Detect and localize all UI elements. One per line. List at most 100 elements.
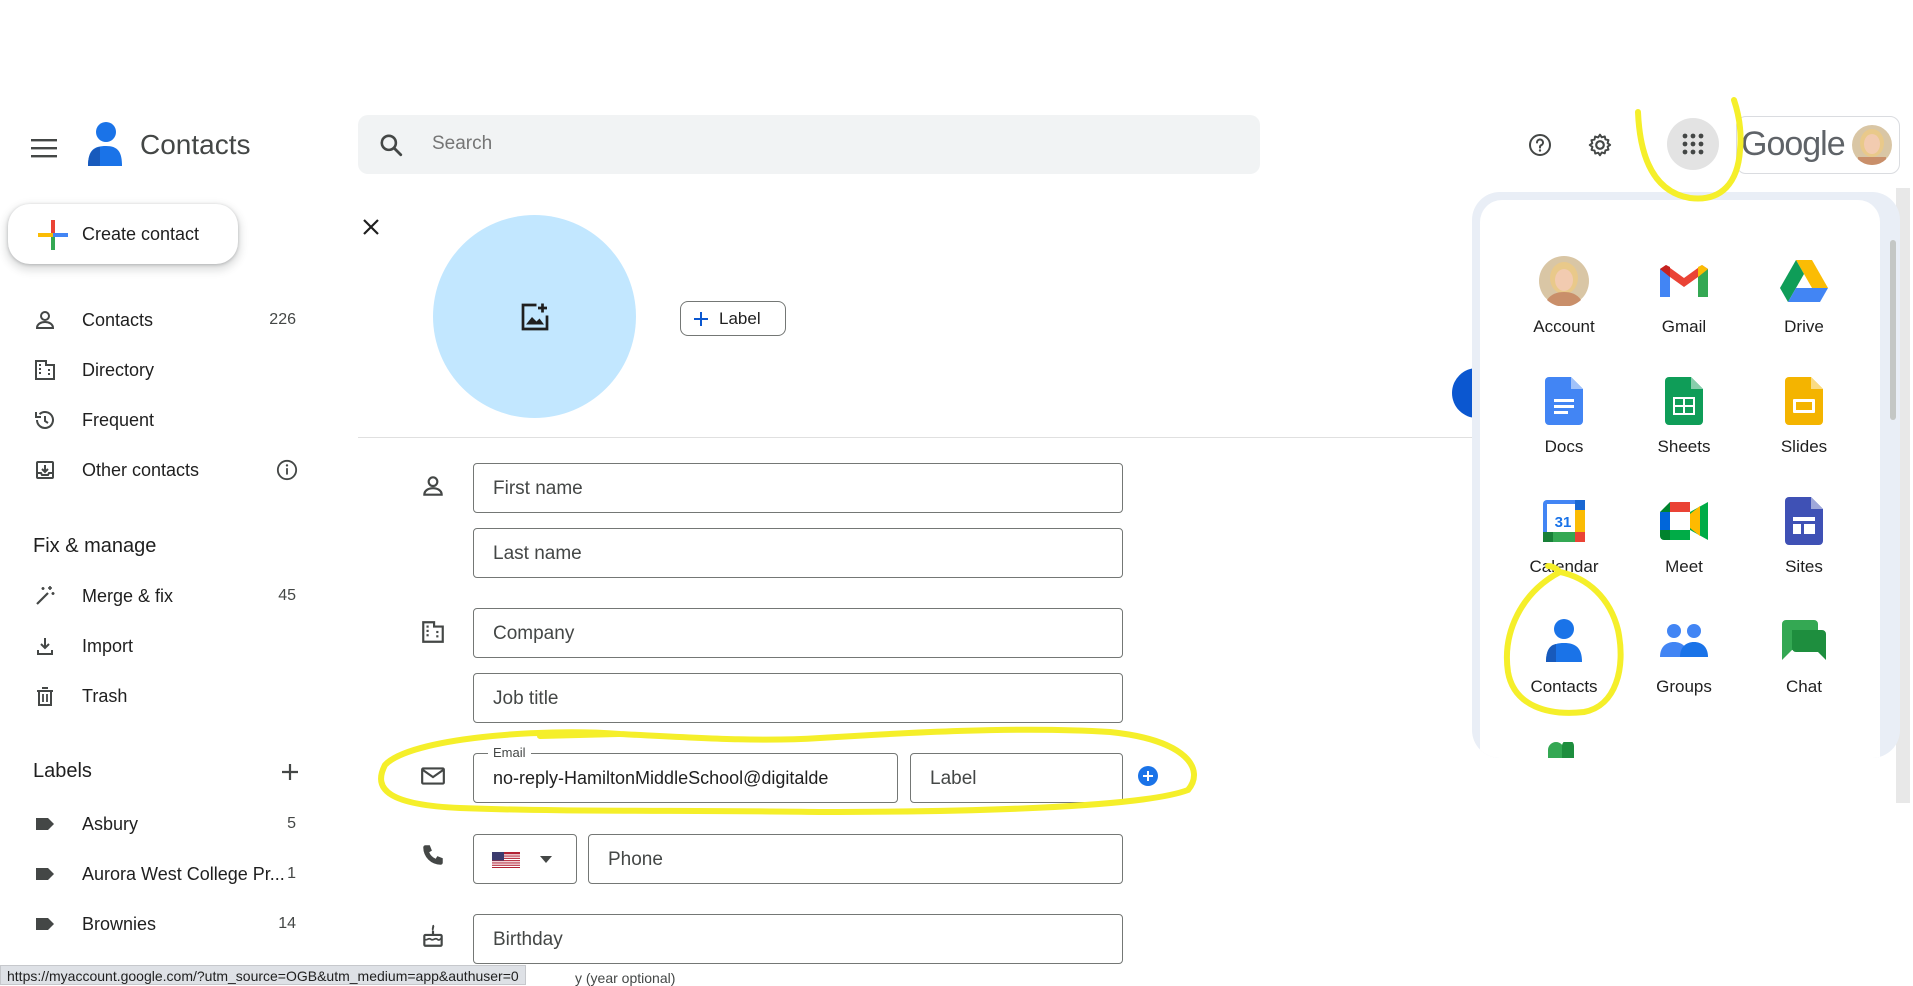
label-button[interactable]: Label [680,301,786,336]
app-tile-docs[interactable]: Docs [1504,365,1624,477]
first-name-field[interactable]: First name [473,463,1123,513]
app-tile-gmail[interactable]: Gmail [1624,245,1744,357]
contacts-icon [1538,615,1590,667]
sidebar-item-import[interactable]: Import [0,624,310,668]
sidebar-item-trash[interactable]: Trash [0,674,310,718]
email-value: no-reply-HamiltonMiddleSchool@digitalde [493,768,829,788]
help-button[interactable] [1516,121,1564,169]
add-photo-icon [521,303,548,330]
birthday-placeholder: Birthday [493,929,563,950]
label-icon [36,918,54,930]
building-icon [35,360,55,380]
app-title[interactable]: Contacts [140,129,251,161]
sidebar-item-label: Other contacts [82,460,200,480]
chevron-down-icon [540,856,552,863]
google-wordmark: Google [1741,125,1846,163]
sidebar-item-label: Contacts [82,310,154,330]
download-box-icon [36,461,54,479]
sidebar-item-directory[interactable]: Directory [0,348,310,392]
calendar-icon: 31 [1538,495,1590,547]
sidebar-item-other-contacts[interactable]: Other contacts [0,448,310,492]
last-name-placeholder: Last name [493,543,582,564]
create-contact-label: Create contact [82,224,200,244]
sidebar-item-label: Directory [82,360,155,380]
chat-icon [1778,615,1830,667]
info-icon[interactable] [276,459,298,481]
plus-color-icon [38,220,68,250]
create-contact-button[interactable]: Create contact [8,204,238,264]
add-photo-button[interactable] [433,215,636,418]
sidebar-label-brownies[interactable]: Brownies 14 [0,902,310,946]
settings-button[interactable] [1576,121,1624,169]
groups-icon [1658,615,1710,667]
sidebar-item-count: 45 [278,587,296,604]
plus-icon [282,764,298,780]
import-icon [37,638,53,655]
app-name: Meet [1665,557,1703,576]
app-tile-drive[interactable]: Drive [1744,245,1864,357]
slides-icon [1778,375,1830,427]
app-tile-account[interactable]: Account [1504,245,1624,357]
search-icon[interactable] [378,132,404,158]
labels-heading: Labels [33,760,92,782]
contacts-logo-icon[interactable] [84,120,124,168]
app-tile-chat[interactable]: Chat [1744,605,1864,717]
sidebar-label-asbury[interactable]: Asbury 5 [0,802,310,846]
account-avatar-icon [1538,255,1590,307]
avatar[interactable] [1852,125,1892,165]
app-tile-contacts[interactable]: Contacts [1504,605,1624,717]
gmail-icon [1658,255,1710,307]
app-name: Sheets [1657,437,1711,456]
history-icon [35,411,54,429]
email-field-label: Email [488,745,531,760]
sidebar-item-count: 1 [287,865,296,882]
help-icon [1529,134,1551,156]
meet-icon [1658,495,1710,547]
close-button[interactable] [362,218,380,236]
sheets-icon [1658,375,1710,427]
company-field[interactable]: Company [473,608,1123,658]
app-name: Gmail [1661,317,1707,336]
sidebar-item-count: 226 [269,311,296,328]
app-name: Drive [1784,317,1824,336]
app-tile-groups[interactable]: Groups [1624,605,1744,717]
close-icon [363,219,379,235]
main-menu-button[interactable] [24,128,64,168]
trash-icon [37,687,53,706]
app-name: Docs [1544,437,1584,456]
divider [358,437,1488,438]
app-tile-slides[interactable]: Slides [1744,365,1864,477]
apps-scrollbar[interactable] [1890,240,1896,420]
sidebar-item-merge-fix[interactable]: Merge & fix 45 [0,574,310,618]
us-flag-icon [492,852,520,868]
app-tile-partial[interactable] [1548,742,1574,758]
google-apps-button[interactable] [1667,118,1719,170]
app-name: Slides [1780,437,1828,456]
phone-placeholder: Phone [608,849,663,870]
sidebar-label-aurora[interactable]: Aurora West College Pr... 1 [0,852,310,896]
app-name: Contacts [1530,677,1598,696]
app-tile-sheets[interactable]: Sheets [1624,365,1744,477]
sidebar-item-frequent[interactable]: Frequent [0,398,310,442]
sites-icon [1778,495,1830,547]
phone-field[interactable]: Phone [588,834,1123,884]
last-name-field[interactable]: Last name [473,528,1123,578]
menu-icon [31,139,57,158]
app-name: Chat [1786,677,1822,696]
add-email-button[interactable] [1138,766,1158,786]
country-code-select[interactable] [473,834,577,884]
add-label-button[interactable] [278,760,302,784]
email-label-field[interactable]: Label [910,753,1123,803]
sidebar-item-label: Asbury [82,814,139,834]
job-title-field[interactable]: Job title [473,673,1123,723]
sidebar-item-contacts[interactable]: Contacts 226 [0,298,310,342]
app-tile-sites[interactable]: Sites [1744,485,1864,597]
search-input[interactable] [432,129,1212,159]
app-tile-meet[interactable]: Meet [1624,485,1744,597]
label-icon [36,868,54,880]
app-tile-calendar[interactable]: 31 Calendar [1504,485,1624,597]
email-field[interactable]: Email no-reply-HamiltonMiddleSchool@digi… [473,745,898,803]
person-icon [35,311,55,329]
docs-icon [1538,375,1590,427]
birthday-field[interactable]: Birthday [473,914,1123,964]
